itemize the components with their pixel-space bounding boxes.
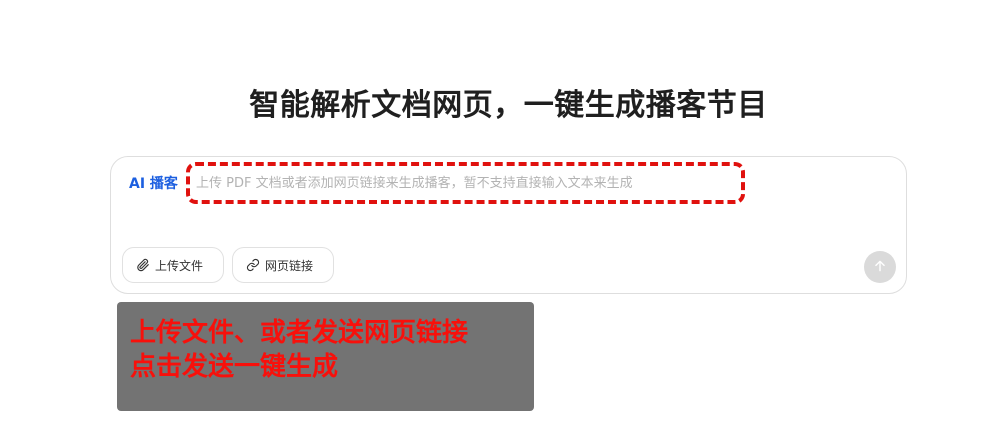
page-title: 智能解析文档网页，一键生成播客节目 [249,88,768,123]
web-link-button[interactable]: 网页链接 [232,247,334,283]
upload-file-button[interactable]: 上传文件 [122,247,224,283]
annotation-line-2: 点击发送一键生成 [130,352,339,382]
arrow-up-icon [873,258,887,277]
instruction-annotation: 上传文件、或者发送网页链接 点击发送一键生成 [117,302,534,411]
send-button[interactable] [864,251,896,283]
page: 智能解析文档网页，一键生成播客节目 AI 播客 上传文件 网页链接 上 [0,0,992,448]
link-icon [246,258,260,272]
upload-file-label: 上传文件 [155,258,204,273]
paperclip-icon [136,258,150,272]
ai-podcast-badge: AI 播客 [129,176,178,192]
web-link-label: 网页链接 [265,258,314,273]
annotation-line-1: 上传文件、或者发送网页链接 [130,318,469,348]
source-input[interactable] [186,162,745,204]
